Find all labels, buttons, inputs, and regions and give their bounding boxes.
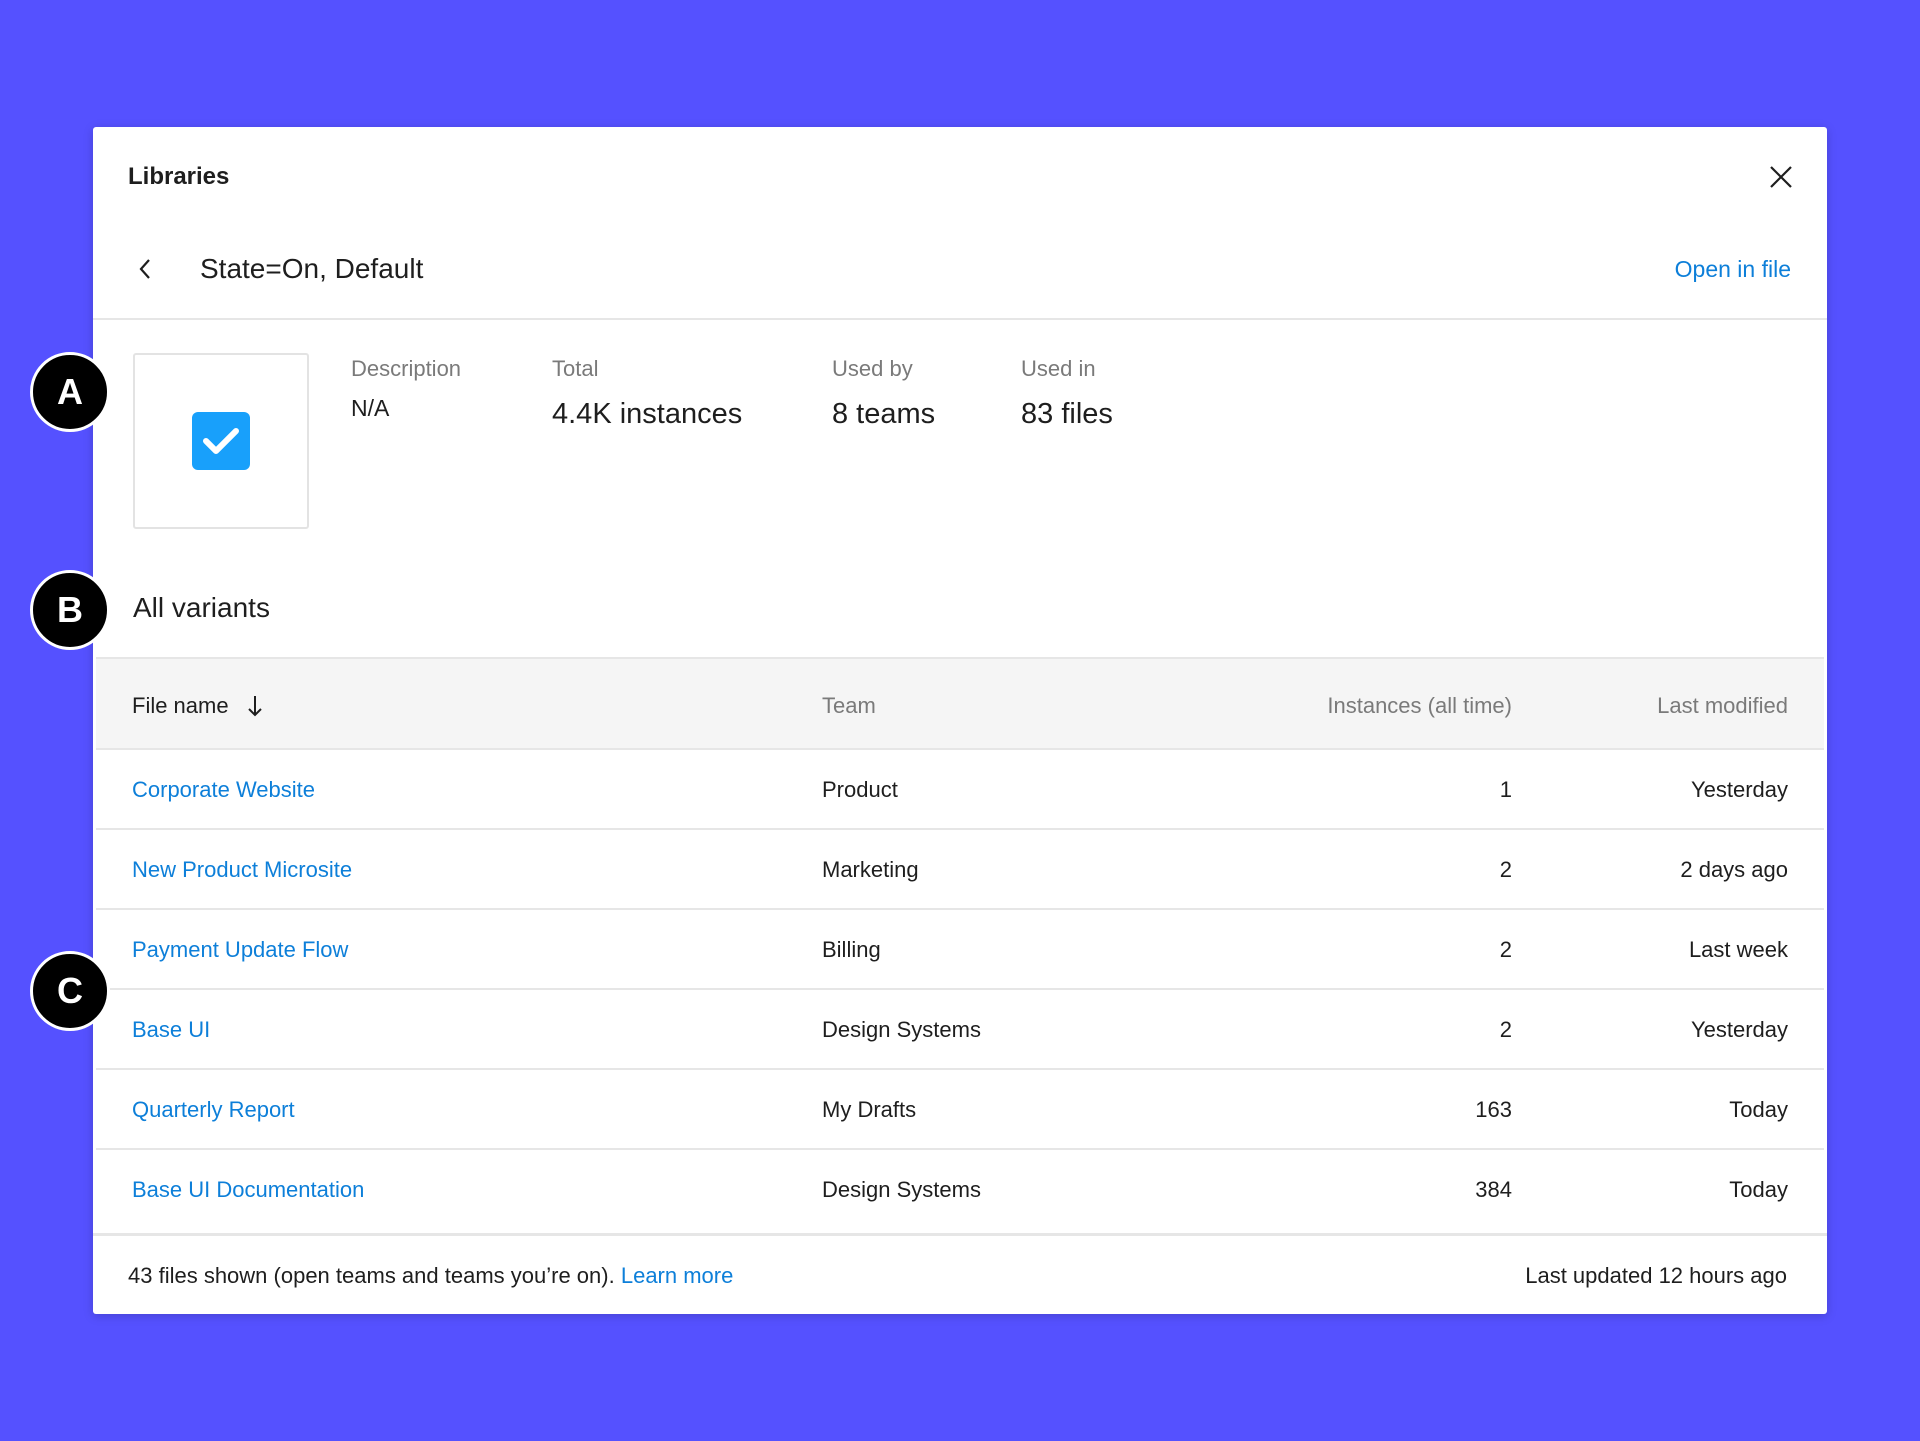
- column-file-name-label: File name: [132, 693, 229, 718]
- table-header: File name Team Instances (all time) Last…: [96, 657, 1824, 750]
- file-link[interactable]: Payment Update Flow: [132, 937, 348, 963]
- team-cell: Design Systems: [822, 1017, 981, 1042]
- modified-cell: Today: [1729, 1177, 1788, 1202]
- open-in-file-link[interactable]: Open in file: [1675, 256, 1791, 283]
- marker-a: A: [30, 352, 110, 432]
- component-name: State=On, Default: [200, 253, 424, 284]
- instances-cell: 1: [1499, 777, 1512, 802]
- dialog-title-bar: Libraries: [93, 127, 1827, 225]
- file-link[interactable]: Corporate Website: [132, 777, 315, 803]
- stat-used-by-value: 8 teams: [832, 398, 936, 430]
- stat-used-in: Used in 83 files: [1021, 356, 1113, 431]
- stat-description-value: N/A: [351, 395, 390, 421]
- file-link[interactable]: Base UI Documentation: [132, 1177, 364, 1203]
- close-button[interactable]: [1765, 161, 1797, 193]
- instances-cell: 2: [1499, 857, 1512, 882]
- instances-cell: 2: [1499, 1017, 1512, 1042]
- learn-more-link[interactable]: Learn more: [621, 1263, 734, 1288]
- table-row: Payment Update Flow Billing 2 Last week: [96, 910, 1824, 990]
- table-row: New Product Microsite Marketing 2 2 days…: [96, 830, 1824, 910]
- arrow-down-icon: [247, 696, 262, 717]
- marker-c: C: [30, 951, 110, 1031]
- team-cell: Marketing: [822, 857, 919, 882]
- instances-cell: 384: [1475, 1177, 1512, 1202]
- modified-cell: Yesterday: [1690, 1017, 1788, 1042]
- table-row: Corporate Website Product 1 Yesterday: [96, 750, 1824, 830]
- chevron-left-icon: [139, 259, 150, 279]
- stat-total-value: 4.4K instances: [552, 398, 743, 430]
- table-row: Base UI Design Systems 2 Yesterday: [96, 990, 1824, 1070]
- team-cell: Design Systems: [822, 1177, 981, 1202]
- libraries-dialog: Libraries State=On, Default Open in file…: [93, 127, 1827, 1314]
- stat-description-label: Description: [351, 356, 462, 381]
- file-link[interactable]: New Product Microsite: [132, 857, 352, 883]
- detail-header: State=On, Default Open in file: [93, 225, 1827, 320]
- column-team[interactable]: Team: [822, 693, 876, 719]
- modified-cell: Today: [1729, 1097, 1788, 1122]
- team-cell: My Drafts: [822, 1097, 917, 1122]
- column-file-name[interactable]: File name: [132, 693, 263, 719]
- files-shown-text: 43 files shown (open teams and teams you…: [128, 1263, 733, 1289]
- team-cell: Billing: [822, 937, 881, 962]
- instances-cell: 2: [1499, 937, 1512, 962]
- modified-cell: 2 days ago: [1680, 857, 1788, 882]
- stat-used-by: Used by 8 teams: [832, 356, 935, 431]
- all-variants-heading: All variants: [133, 592, 270, 623]
- column-instances[interactable]: Instances (all time): [1327, 693, 1512, 719]
- instances-cell: 163: [1475, 1097, 1512, 1122]
- component-summary: Description N/A Total 4.4K instances Use…: [93, 320, 1827, 560]
- stat-total-label: Total: [552, 356, 599, 381]
- table-row: Quarterly Report My Drafts 163 Today: [96, 1070, 1824, 1150]
- last-updated-text: Last updated 12 hours ago: [1525, 1263, 1787, 1288]
- variants-table: File name Team Instances (all time) Last…: [96, 657, 1824, 1230]
- modified-cell: Last week: [1688, 937, 1788, 962]
- dialog-title: Libraries: [128, 163, 230, 190]
- stat-total: Total 4.4K instances: [552, 356, 742, 431]
- table-row: Base UI Documentation Design Systems 384…: [96, 1150, 1824, 1230]
- column-last-modified[interactable]: Last modified: [1657, 693, 1788, 719]
- file-link[interactable]: Base UI: [132, 1017, 210, 1043]
- stat-used-in-label: Used in: [1021, 356, 1096, 381]
- files-shown-label: 43 files shown (open teams and teams you…: [128, 1263, 615, 1288]
- marker-b: B: [30, 570, 110, 650]
- stat-used-by-label: Used by: [832, 356, 913, 381]
- dialog-footer: 43 files shown (open teams and teams you…: [93, 1233, 1827, 1314]
- team-cell: Product: [822, 777, 898, 802]
- component-thumbnail: [133, 353, 309, 529]
- stat-description: Description N/A: [351, 356, 461, 422]
- stat-used-in-value: 83 files: [1021, 398, 1113, 430]
- close-icon: [1770, 166, 1792, 188]
- file-link[interactable]: Quarterly Report: [132, 1097, 295, 1123]
- back-button[interactable]: [129, 253, 161, 285]
- checkbox-checked-icon: [192, 412, 250, 470]
- modified-cell: Yesterday: [1690, 777, 1788, 802]
